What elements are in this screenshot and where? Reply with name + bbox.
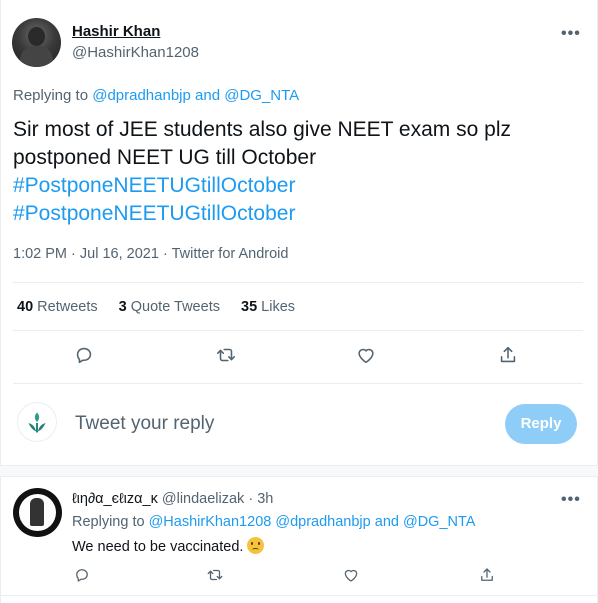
reply-button[interactable]: Reply — [505, 404, 577, 444]
hashtag-link[interactable]: #PostponeNEETUGtillOctober — [13, 172, 583, 200]
share-icon[interactable] — [497, 344, 521, 368]
reply-author-avatar[interactable] — [13, 488, 62, 537]
mention-link-dg-nta[interactable]: @DG_NTA — [403, 514, 475, 530]
mention-link-hashirkhan1208[interactable]: @HashirKhan1208 — [149, 514, 272, 530]
mention-link-dg-nta[interactable]: @DG_NTA — [224, 87, 299, 104]
reply-icon[interactable] — [73, 344, 97, 368]
reply-icon[interactable] — [73, 566, 97, 590]
mention-link-dpradhanbjp[interactable]: @dpradhanbjp — [92, 87, 191, 104]
likes-stat[interactable]: 35 Likes — [241, 299, 295, 315]
divider — [13, 282, 583, 283]
reply-age[interactable]: 3h — [257, 491, 273, 507]
heart-icon[interactable] — [355, 344, 379, 368]
tweet-text: Sir most of JEE students also give NEET … — [13, 116, 583, 228]
section-separator — [0, 465, 598, 477]
heart-icon[interactable] — [342, 566, 366, 590]
more-options-icon[interactable]: ••• — [561, 25, 581, 43]
reply-author-name[interactable]: ℓιη∂α_єℓιzα_κ — [72, 491, 158, 507]
reply-input[interactable]: Tweet your reply — [75, 413, 214, 435]
reply-header: ℓιη∂α_єℓιzα_κ @lindaelizak · 3h — [72, 491, 274, 507]
tweet-time-link[interactable]: 1:02 PM — [13, 246, 67, 262]
mention-link-dpradhanbjp[interactable]: @dpradhanbjp — [275, 514, 370, 530]
retweet-icon[interactable] — [215, 344, 239, 368]
tweet-source-link[interactable]: Twitter for Android — [172, 246, 289, 262]
reply-replying-to: Replying to @HashirKhan1208 @dpradhanbjp… — [72, 514, 476, 530]
hashtag-link[interactable]: #PostponeNEETUGtillOctober — [13, 200, 583, 228]
reply-text: We need to be vaccinated. — [72, 537, 265, 555]
replying-to: Replying to @dpradhanbjp and @DG_NTA — [13, 87, 300, 104]
share-icon[interactable] — [478, 566, 502, 590]
author-name[interactable]: Hashir Khan — [72, 23, 160, 40]
leaf-logo-icon — [28, 412, 46, 433]
retweets-stat[interactable]: 40 Retweets — [17, 299, 98, 315]
tweet-stats: 40 Retweets 3 Quote Tweets 35 Likes — [17, 299, 295, 315]
retweet-icon[interactable] — [206, 566, 230, 590]
brand-avatar — [17, 402, 57, 442]
reply-more-options-icon[interactable]: ••• — [561, 491, 581, 509]
reply-author-handle[interactable]: @lindaelizak — [162, 491, 244, 507]
quote-tweets-stat[interactable]: 3 Quote Tweets — [119, 299, 220, 315]
concerned-face-icon — [247, 537, 265, 554]
author-handle[interactable]: @HashirKhan1208 — [72, 44, 199, 61]
divider — [13, 383, 583, 384]
author-avatar[interactable] — [12, 18, 61, 67]
divider — [13, 330, 583, 331]
tweet-timestamp: 1:02 PM · Jul 16, 2021 · Twitter for And… — [13, 246, 289, 262]
divider — [0, 595, 598, 603]
